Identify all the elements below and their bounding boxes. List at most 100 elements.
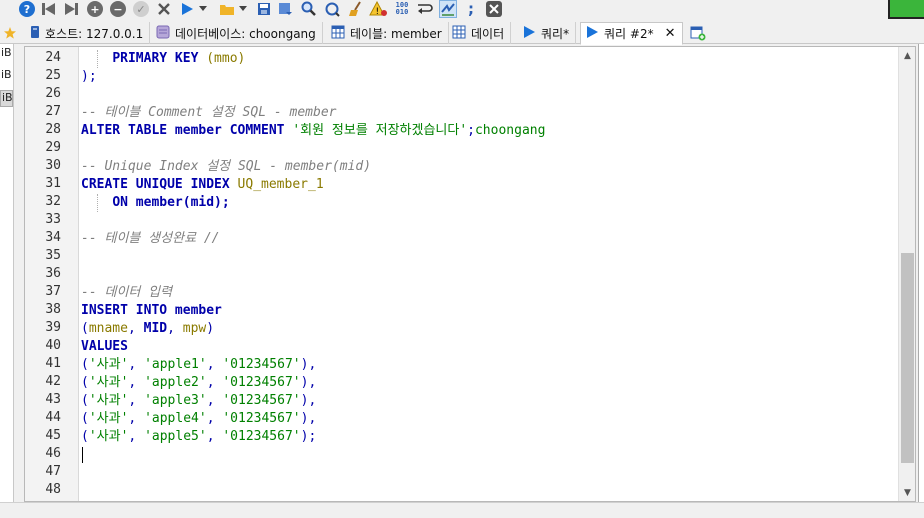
line-number: 27	[45, 104, 61, 119]
run-icon[interactable]	[178, 0, 196, 18]
code-line[interactable]: PRIMARY KEY (mmo)	[81, 50, 245, 68]
text-caret	[82, 447, 83, 463]
line-number: 38	[45, 302, 61, 317]
code-line[interactable]: ALTER TABLE member COMMENT '회원 정보를 저장하겠습…	[81, 122, 545, 140]
line-number: 34	[45, 230, 61, 245]
tab-database-label: 데이터베이스: choongang	[175, 26, 316, 41]
code-line[interactable]: ('사과', 'apple1', '01234567'),	[81, 356, 316, 374]
code-line[interactable]: ('사과', 'apple3', '01234567'),	[81, 392, 316, 410]
new-query-tab-icon[interactable]	[686, 22, 712, 44]
open-folder-dropdown-icon[interactable]	[238, 0, 248, 18]
sql-editor[interactable]: 24 25 26 27 28 29 30 31 32 33 34 35 36 37 38 39 40 41 42 43…	[24, 46, 916, 502]
help-icon[interactable]: ?	[18, 0, 36, 18]
svg-text:!: !	[376, 7, 380, 17]
find-replace-icon[interactable]	[323, 0, 341, 18]
line-number: 41	[45, 356, 61, 371]
code-line[interactable]: ('사과', 'apple2', '01234567'),	[81, 374, 316, 392]
tab-host[interactable]: 호스트: 127.0.0.1	[26, 22, 151, 44]
line-number-gutter: 24 25 26 27 28 29 30 31 32 33 34 35 36 37 38 39 40 41 42 43…	[25, 47, 79, 501]
query-play-icon	[585, 25, 599, 42]
semicolon-icon[interactable]: ;	[462, 0, 480, 18]
wrap-icon[interactable]	[416, 0, 434, 18]
code-line[interactable]: -- Unique Index 설정 SQL - member(mid)	[81, 158, 371, 176]
format-icon[interactable]	[439, 0, 457, 18]
open-folder-icon[interactable]	[218, 0, 236, 18]
tab-database[interactable]: 데이터베이스: choongang	[152, 22, 323, 44]
code-line[interactable]: INSERT INTO member	[81, 302, 222, 320]
tab-query-2[interactable]: 쿼리 #2* ✕	[580, 22, 683, 45]
table-icon	[331, 25, 345, 42]
tab-query-1[interactable]: 쿼리*	[518, 22, 577, 44]
tab-data[interactable]: 데이터	[448, 22, 512, 44]
first-record-icon[interactable]	[40, 0, 58, 18]
line-number: 24	[45, 50, 61, 65]
left-panel-edge: iB iB iB	[0, 44, 14, 518]
database-icon	[156, 25, 170, 42]
data-grid-icon	[452, 25, 466, 42]
code-area[interactable]: PRIMARY KEY (mmo)); -- 테이블 Comment 설정 SQL…	[81, 47, 895, 501]
line-number: 39	[45, 320, 61, 335]
last-record-icon[interactable]	[62, 0, 80, 18]
left-size-label: iB	[0, 90, 13, 107]
status-bar	[0, 502, 924, 518]
left-size-label: iB	[1, 46, 12, 59]
post-record-icon[interactable]: ✓	[132, 0, 150, 18]
line-number: 44	[45, 410, 61, 425]
code-line[interactable]: ('사과', 'apple5', '01234567');	[81, 428, 316, 446]
right-panel-edge	[918, 44, 924, 518]
line-number: 29	[45, 140, 61, 155]
line-number: 30	[45, 158, 61, 173]
scroll-down-arrow-icon[interactable]: ▼	[899, 484, 915, 501]
scrollbar-thumb[interactable]	[901, 253, 914, 463]
query-play-icon	[522, 25, 536, 42]
code-line[interactable]: (mname, MID, mpw)	[81, 320, 214, 338]
line-number: 40	[45, 338, 61, 353]
clean-icon[interactable]	[347, 0, 365, 18]
load-icon[interactable]	[277, 0, 295, 18]
code-line[interactable]: -- 테이블 생성완료 //	[81, 230, 220, 248]
indent-guide	[97, 194, 98, 212]
warning-icon[interactable]: !	[369, 0, 387, 18]
code-line[interactable]: -- 테이블 Comment 설정 SQL - member	[81, 104, 336, 122]
line-number: 33	[45, 212, 61, 227]
line-number: 26	[45, 86, 61, 101]
favorites-star-icon[interactable]	[0, 22, 22, 44]
main-toolbar: ? + − ✓ ! 100 010 ;	[0, 0, 924, 20]
tab-table[interactable]: 테이블: member	[327, 22, 449, 44]
find-icon[interactable]	[300, 0, 318, 18]
code-line[interactable]: -- 데이터 입력	[81, 284, 172, 302]
line-number: 25	[45, 68, 61, 83]
tab-host-label: 호스트: 127.0.0.1	[45, 26, 144, 41]
vertical-scrollbar[interactable]: ▲ ▼	[898, 47, 915, 501]
line-number: 35	[45, 248, 61, 263]
cancel-record-icon[interactable]	[155, 0, 173, 18]
line-number: 28	[45, 122, 61, 137]
code-line[interactable]: CREATE UNIQUE INDEX UQ_member_1	[81, 176, 324, 194]
code-line[interactable]: ON member(mid);	[81, 194, 230, 212]
delete-record-icon[interactable]: −	[109, 0, 127, 18]
line-number: 42	[45, 374, 61, 389]
code-line[interactable]: );	[81, 68, 97, 86]
code-line[interactable]: ('사과', 'apple4', '01234567'),	[81, 410, 316, 428]
indent-guide	[97, 50, 98, 68]
line-number: 36	[45, 266, 61, 281]
binary-icon[interactable]: 100 010	[393, 0, 411, 18]
close-icon[interactable]	[485, 0, 503, 18]
run-dropdown-icon[interactable]	[198, 0, 208, 18]
tab-bar: 호스트: 127.0.0.1 데이터베이스: choongang 테이블: me…	[0, 20, 924, 45]
tab-data-label: 데이터	[471, 26, 505, 41]
save-icon[interactable]	[255, 0, 273, 18]
add-record-icon[interactable]: +	[86, 0, 104, 18]
line-number: 48	[45, 482, 61, 497]
line-number: 32	[45, 194, 61, 209]
tab-table-label: 테이블: member	[350, 26, 442, 41]
scroll-up-arrow-icon[interactable]: ▲	[899, 47, 915, 64]
tab-query-2-label: 쿼리 #2*	[604, 27, 654, 41]
tab-query-1-label: 쿼리*	[541, 26, 570, 41]
host-icon	[30, 25, 40, 42]
line-number: 37	[45, 284, 61, 299]
left-size-label: iB	[1, 68, 12, 81]
code-line[interactable]: VALUES	[81, 338, 128, 356]
line-number: 43	[45, 392, 61, 407]
tab-close-icon[interactable]: ✕	[665, 26, 676, 41]
